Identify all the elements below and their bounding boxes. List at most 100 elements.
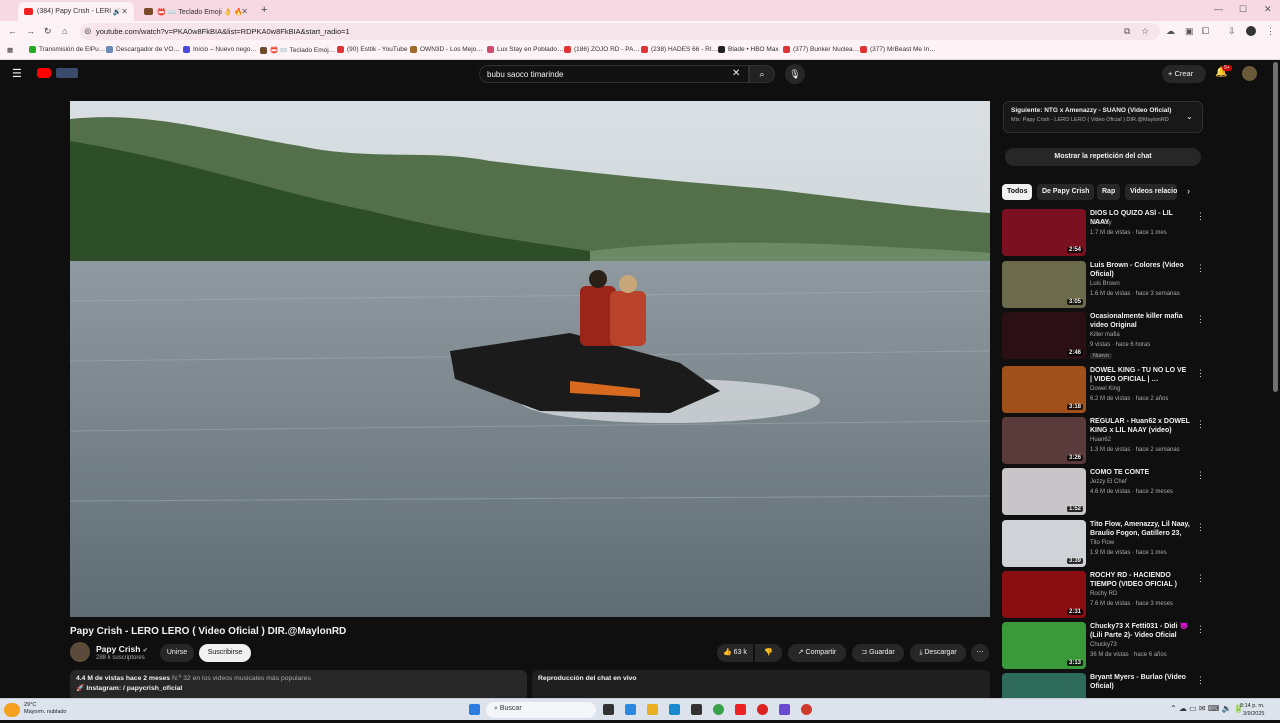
recommendation-item[interactable]: 3:39 Tito Flow, Amenazzy, Lil Naay, Braul… xyxy=(1002,520,1205,570)
file-explorer-icon[interactable] xyxy=(647,704,658,715)
downloads-icon[interactable]: ⇩ xyxy=(1228,26,1236,37)
bookmark-star-icon[interactable]: ☆ xyxy=(1141,26,1149,37)
recommendation-item[interactable]: 2:54 DIOS LO QUIZO ASÍ - LIL NAAY Lil Naay… xyxy=(1002,209,1205,259)
forward-icon[interactable]: → xyxy=(26,26,35,36)
recommendation-title[interactable]: ROCHY RD - HACIENDO TIEMPO (VIDEO OFICIA… xyxy=(1090,571,1190,589)
more-options-icon[interactable]: ⋮ xyxy=(1196,368,1205,379)
video-thumbnail[interactable]: 3:26 xyxy=(1002,417,1086,464)
more-options-icon[interactable]: ⋮ xyxy=(1196,675,1205,686)
chip-de-papy-crish[interactable]: De Papy Crish xyxy=(1037,184,1095,200)
more-options-icon[interactable]: ⋮ xyxy=(1196,263,1205,274)
hamburger-menu-icon[interactable]: ☰ xyxy=(12,67,22,80)
close-window-icon[interactable]: ✕ xyxy=(1264,4,1272,15)
maximize-icon[interactable]: ☐ xyxy=(1239,4,1247,15)
system-tray-icons[interactable]: ⌃ ☁ ▭ ✉ ⌨ 🔈 🔋 xyxy=(1170,704,1244,713)
video-player[interactable] xyxy=(70,101,990,617)
menu-kebab-icon[interactable]: ⋮ xyxy=(1266,26,1275,37)
recommendation-channel[interactable]: Killer mafia xyxy=(1090,332,1120,338)
recommendation-item[interactable]: 3:05 Luis Brown - Colores (Video Oficial)… xyxy=(1002,261,1205,311)
show-chat-replay-button[interactable]: Mostrar la repetición del chat xyxy=(1005,148,1201,166)
page-scrollbar[interactable] xyxy=(1273,62,1278,392)
minimize-icon[interactable]: — xyxy=(1214,4,1223,14)
youtube-logo-icon[interactable] xyxy=(37,68,51,78)
taskbar-search[interactable]: ⌕ Buscar xyxy=(486,702,596,718)
account-avatar[interactable] xyxy=(1242,66,1257,81)
recommendation-title[interactable]: Bryant Myers - Burlao (Video Oficial) xyxy=(1090,673,1190,691)
windows-start-icon[interactable] xyxy=(469,704,480,715)
close-tab-icon[interactable]: ✕ xyxy=(121,7,128,16)
like-button[interactable]: 👍 63 k xyxy=(717,644,753,662)
subscribe-button[interactable]: Suscribirse xyxy=(199,644,251,662)
bookmark-item[interactable]: (90) Esttik - YouTube xyxy=(337,46,407,53)
bookmark-item[interactable]: (377) Bunker Nuclea… xyxy=(783,46,859,53)
install-icon[interactable]: ⧉ xyxy=(1124,26,1130,37)
video-thumbnail[interactable]: 3:18 xyxy=(1002,366,1086,413)
tab-youtube[interactable]: (384) Papy Crish - LERO LER… 🔊 ✕ xyxy=(18,2,134,21)
discord-icon[interactable] xyxy=(779,704,790,715)
new-tab-button[interactable]: + xyxy=(261,4,267,16)
chrome-icon[interactable] xyxy=(713,704,724,715)
edge-icon[interactable] xyxy=(669,704,680,715)
chevron-down-icon[interactable]: ⌄ xyxy=(1186,112,1193,121)
taskbar-clock[interactable]: 8:14 p. m. 3/9/2025 xyxy=(1240,702,1264,718)
recommendation-title[interactable]: Ocasionalmente killer mafia video Origin… xyxy=(1090,312,1190,330)
recommendation-title[interactable]: Chucky73 X Fetti031 - Didi 👿 (Lili Parte… xyxy=(1090,622,1190,640)
tab-teclado-emoji[interactable]: 📛 ⌨️ Teclado Emoji 👌 🔥 37… ✕ xyxy=(138,2,254,21)
apps-grid-icon[interactable]: ▦ xyxy=(7,46,13,54)
up-next-panel[interactable]: Siguiente: NTG x Amenazzy - SUANO (Video… xyxy=(1003,101,1203,133)
home-icon[interactable]: ⌂ xyxy=(62,26,67,36)
extension-icon-2[interactable]: ▣ xyxy=(1185,26,1194,37)
recommendation-item[interactable]: 3:26 REGULAR - Huan62 x DOWEL KING x LIL … xyxy=(1002,417,1205,467)
video-thumbnail[interactable]: 3:39 xyxy=(1002,520,1086,567)
more-options-icon[interactable]: ⋮ xyxy=(1196,314,1205,325)
search-button[interactable]: ⌕ xyxy=(749,65,775,83)
copilot-icon[interactable] xyxy=(625,704,636,715)
bookmark-item[interactable]: Transmisión de ElPu… xyxy=(29,46,105,53)
close-tab-icon[interactable]: ✕ xyxy=(241,7,248,16)
video-thumbnail[interactable]: 2:46 xyxy=(1002,312,1086,359)
recommendation-title[interactable]: COMO TE CONTE xyxy=(1090,468,1190,477)
bookmark-item[interactable]: OWN3D - Los Mejo… xyxy=(410,46,483,53)
chip-rap[interactable]: Rap xyxy=(1097,184,1121,200)
extension-icon[interactable]: ☁ xyxy=(1166,26,1175,37)
weather-icon[interactable] xyxy=(4,703,20,717)
doodle-logo-icon[interactable] xyxy=(56,68,78,78)
video-thumbnail[interactable]: 3:05 xyxy=(1002,261,1086,308)
dislike-button[interactable]: 👎 xyxy=(755,644,782,662)
youtube-app-icon[interactable] xyxy=(735,704,746,715)
recommendation-item[interactable]: 2:31 ROCHY RD - HACIENDO TIEMPO (VIDEO OF… xyxy=(1002,571,1205,621)
download-button[interactable]: ⤓ Descargar xyxy=(910,644,966,662)
recommendation-channel[interactable]: Jezzy El Chef xyxy=(1090,479,1127,485)
reload-icon[interactable]: ↻ xyxy=(44,26,52,37)
recommendation-item[interactable]: 2:46 Ocasionalmente killer mafia video Or… xyxy=(1002,312,1205,362)
bookmark-item[interactable]: 📛 ⌨️ Teclado Emoj… xyxy=(260,46,335,54)
more-options-icon[interactable]: ⋮ xyxy=(1196,470,1205,481)
bookmark-item[interactable]: (186) ZOJO RD - PA… xyxy=(564,46,640,53)
more-options-icon[interactable]: ⋮ xyxy=(1196,573,1205,584)
recommendation-item[interactable]: 3:18 DOWEL KING - TU NO LO VE | VIDEO OFI… xyxy=(1002,366,1205,416)
site-info-icon[interactable]: ⊜ xyxy=(84,26,92,37)
bookmark-item[interactable]: (377) MrBeast Me In… xyxy=(860,46,936,53)
bookmark-item[interactable]: Inicio – Nuevo nego… xyxy=(183,46,257,53)
weather-widget[interactable]: 29°C Mayorm. nublado xyxy=(24,702,67,716)
chrome-profile-icon[interactable] xyxy=(801,704,812,715)
store-icon[interactable] xyxy=(691,704,702,715)
url-input[interactable]: youtube.com/watch?v=PKA0w8FkBIA&list=RDP… xyxy=(80,23,1160,40)
recommendation-title[interactable]: DOWEL KING - TU NO LO VE | VIDEO OFICIAL… xyxy=(1090,366,1190,384)
channel-avatar[interactable] xyxy=(70,642,90,662)
extensions-puzzle-icon[interactable]: ⧠ xyxy=(1202,26,1209,37)
join-button[interactable]: Unirse xyxy=(160,644,194,662)
video-thumbnail[interactable]: 2:31 xyxy=(1002,571,1086,618)
opera-icon[interactable] xyxy=(757,704,768,715)
video-thumbnail[interactable]: 3:13 xyxy=(1002,622,1086,669)
more-actions-button[interactable]: ⋯ xyxy=(971,644,989,662)
task-view-icon[interactable] xyxy=(603,704,614,715)
recommendation-title[interactable]: Tito Flow, Amenazzy, Lil Naay, Braulio F… xyxy=(1090,520,1190,538)
share-button[interactable]: ↗ Compartir xyxy=(788,644,846,662)
chevron-right-icon[interactable]: › xyxy=(1187,186,1190,196)
chip-todos[interactable]: Todos xyxy=(1002,184,1033,200)
audio-icon[interactable]: 🔊 xyxy=(113,8,122,16)
recommendation-channel[interactable]: Luis Brown xyxy=(1090,281,1120,287)
search-input[interactable]: bubu saoco timarinde xyxy=(479,65,749,83)
profile-avatar[interactable] xyxy=(1246,26,1256,36)
